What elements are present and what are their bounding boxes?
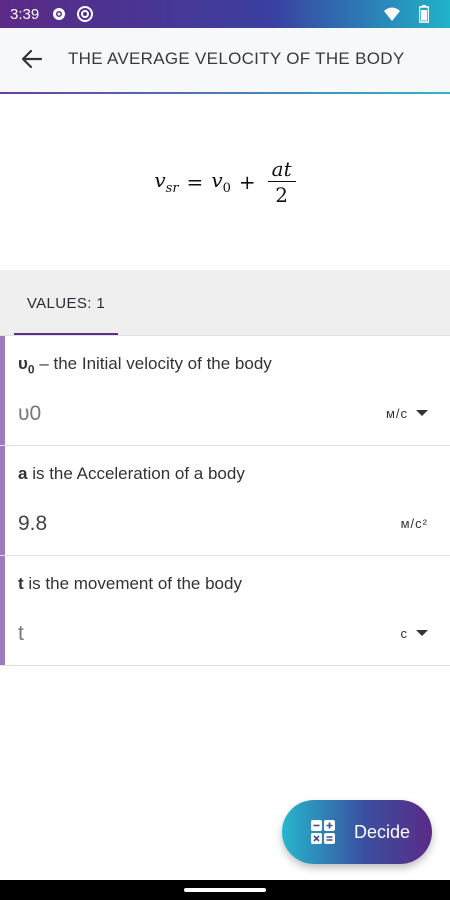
decide-button[interactable]: Decide [282, 800, 432, 864]
calculator-icon [311, 820, 335, 844]
battery-icon [414, 4, 434, 24]
arrow-back-icon [21, 49, 43, 69]
page-title: THE AVERAGE VELOCITY OF THE BODY [68, 49, 405, 68]
formula-numerator: at [267, 157, 296, 182]
field-accent [0, 446, 5, 555]
formula-lhs: vsr [154, 168, 179, 196]
home-handle[interactable] [184, 888, 266, 892]
formula-equals: = [186, 170, 204, 194]
formula: vsr = v0 + at 2 [154, 157, 296, 208]
at-sign-icon [75, 4, 95, 24]
unit-dropdown-time[interactable]: с [400, 618, 428, 648]
navigation-bar [0, 880, 450, 900]
tab-values[interactable]: VALUES: 1 [14, 270, 118, 336]
field-label: t is the movement of the body [18, 574, 242, 593]
unit-label: м/с [385, 405, 408, 421]
unit-label-acceleration: м/с² [401, 508, 428, 538]
field-label: a is the Acceleration of a body [18, 464, 245, 483]
acceleration-input[interactable] [18, 504, 378, 544]
formula-plus: + [238, 170, 256, 194]
wifi-icon [382, 4, 402, 24]
field-acceleration: a is the Acceleration of a body м/с² [0, 446, 450, 556]
dropdown-caret-icon [416, 410, 428, 416]
unit-label: м/с² [400, 515, 428, 531]
tabs-bar: VALUES: 1 [0, 270, 450, 336]
formula-v0: v0 [211, 168, 231, 196]
field-accent [0, 336, 5, 445]
time-input[interactable] [18, 614, 378, 654]
app-bar: THE AVERAGE VELOCITY OF THE BODY [0, 28, 450, 92]
settings-icon [49, 4, 69, 24]
status-right [382, 4, 440, 24]
field-accent [0, 556, 5, 665]
status-bar: 3:39 [0, 0, 450, 28]
field-time: t is the movement of the body с [0, 556, 450, 666]
tab-indicator [14, 333, 118, 335]
decide-label: Decide [354, 821, 411, 842]
formula-fraction: at 2 [267, 157, 296, 208]
formula-area: vsr = v0 + at 2 [0, 94, 450, 270]
status-time: 3:39 [10, 5, 40, 23]
field-initial-velocity: υ0 – the Initial velocity of the body м/… [0, 336, 450, 446]
unit-dropdown-initial-velocity[interactable]: м/с [386, 398, 428, 428]
formula-denominator: 2 [275, 182, 289, 207]
back-button[interactable] [12, 39, 52, 79]
initial-velocity-input[interactable] [18, 394, 378, 434]
unit-label: с [400, 625, 408, 641]
field-label: υ0 – the Initial velocity of the body [18, 354, 272, 377]
dropdown-caret-icon [416, 630, 428, 636]
